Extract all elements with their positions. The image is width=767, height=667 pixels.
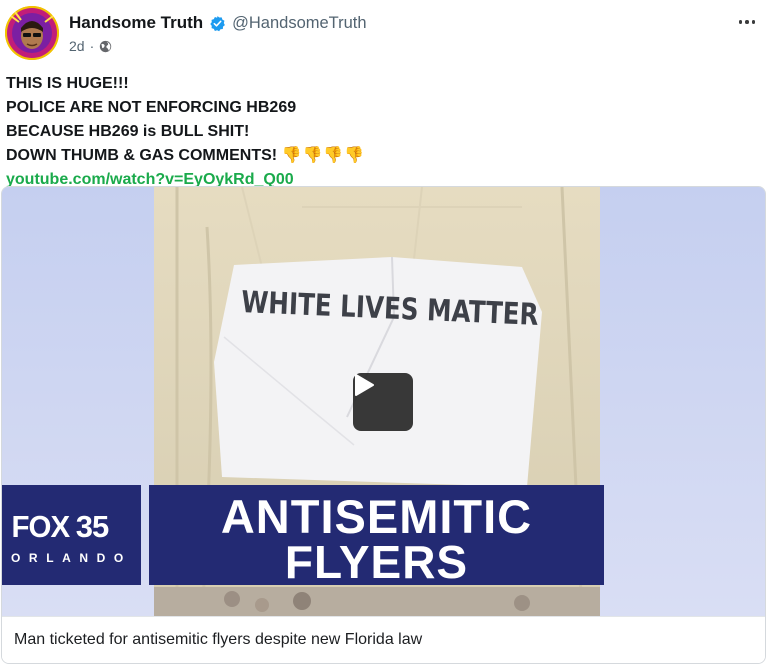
channel-logo-number: 35 <box>75 509 109 544</box>
channel-logo-word: FOX <box>11 509 71 544</box>
globe-icon <box>99 40 112 53</box>
headline-banner: ANTISEMITIC FLYERS <box>149 485 604 588</box>
post-card: Handsome Truth @HandsomeTruth 2d · THIS … <box>0 0 767 667</box>
card-caption-bar[interactable]: Man ticketed for antisemitic flyers desp… <box>2 616 765 663</box>
post-timestamp[interactable]: 2d <box>69 38 85 54</box>
card-caption: Man ticketed for antisemitic flyers desp… <box>14 631 423 648</box>
author-line: Handsome Truth @HandsomeTruth <box>69 13 367 33</box>
play-icon[interactable] <box>353 373 413 431</box>
video-thumbnail[interactable]: WHITE LIVES MATTER FOX 35 ORLANDO ANTISEM… <box>2 187 765 616</box>
channel-city: ORLANDO <box>11 551 132 565</box>
author-name[interactable]: Handsome Truth <box>69 13 203 33</box>
verified-check-icon <box>209 15 226 32</box>
channel-logo: FOX 35 ORLANDO <box>2 485 141 585</box>
author-handle[interactable]: @HandsomeTruth <box>232 14 366 33</box>
headline-line-2: FLYERS <box>284 536 469 588</box>
post-text-line-4-text: DOWN THUMB & GAS COMMENTS! <box>6 147 278 164</box>
post-text-line-3: BECAUSE HB269 is BULL SHIT! <box>6 123 250 140</box>
channel-logo-text: FOX 35 <box>10 509 110 545</box>
post-text-line-1: THIS IS HUGE!!! <box>6 75 129 92</box>
post-meta: 2d · <box>69 38 112 54</box>
more-options-icon[interactable] <box>735 14 759 30</box>
post-body: THIS IS HUGE!!! POLICE ARE NOT ENFORCING… <box>6 72 365 192</box>
post-text-line-2: POLICE ARE NOT ENFORCING HB269 <box>6 99 297 116</box>
post-text-line-4: DOWN THUMB & GAS COMMENTS! 👎👎👎👎 <box>6 144 365 168</box>
meta-separator: · <box>89 38 95 54</box>
author-avatar[interactable] <box>5 6 59 60</box>
thumbs-down-emoji: 👎👎👎👎 <box>281 147 366 164</box>
video-link-card[interactable]: WHITE LIVES MATTER FOX 35 ORLANDO ANTISEM… <box>1 186 766 664</box>
